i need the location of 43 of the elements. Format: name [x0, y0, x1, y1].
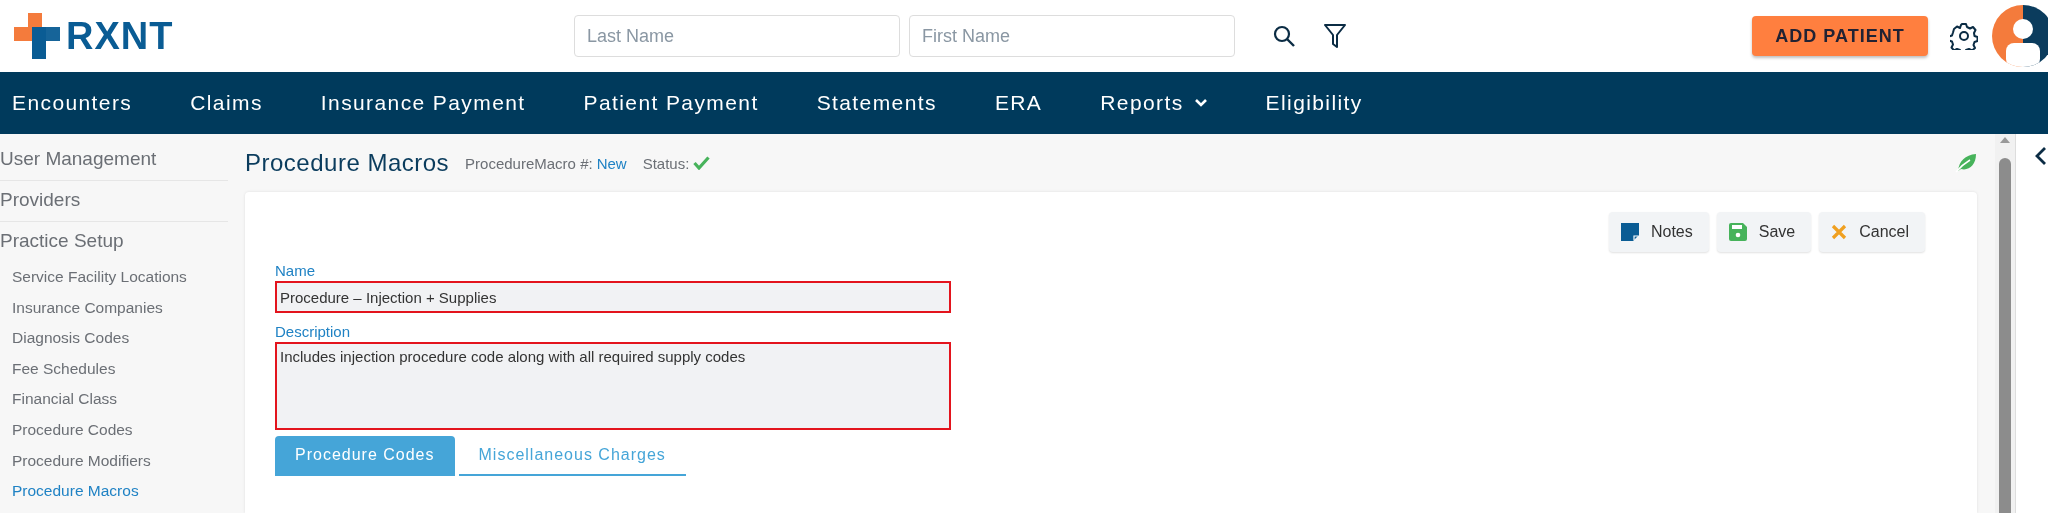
search-icon[interactable] [1272, 24, 1296, 48]
sidebar-section[interactable]: Providers [0, 181, 228, 222]
sidebar-item[interactable]: Service Facility Locations [0, 262, 187, 293]
nav-menu-item[interactable]: Statements [816, 91, 937, 115]
user-avatar-icon[interactable] [1992, 5, 2048, 67]
cross-logo-icon [14, 13, 60, 59]
nav-menu-item[interactable]: Eligibility [1265, 91, 1363, 115]
nav-menu-item[interactable]: ERA [994, 91, 1043, 115]
close-icon [1831, 224, 1848, 240]
add-patient-button[interactable]: ADD PATIENT [1752, 16, 1928, 56]
nav-menu-item[interactable]: Claims [190, 91, 263, 115]
sidebar-item[interactable]: Financial Class [0, 384, 118, 415]
logo-text: RXNT [66, 14, 174, 58]
sidebar-section[interactable]: Practice Setup [0, 222, 228, 262]
notes-button[interactable]: Notes [1608, 212, 1709, 252]
page-title: Procedure Macros [245, 149, 450, 177]
note-icon [1620, 223, 1639, 241]
sidebar-item[interactable]: Fee Schedules [0, 353, 116, 385]
chevron-left-icon[interactable] [2034, 146, 2048, 166]
name-field[interactable]: Procedure – Injection + Supplies [275, 281, 951, 313]
field-label: Name [275, 262, 316, 279]
cancel-button[interactable]: Cancel [1819, 212, 1925, 252]
nav-menu-item[interactable]: Patient Payment [583, 91, 759, 115]
nav-menu-item[interactable]: Insurance Payment [320, 91, 526, 115]
sidebar-item[interactable]: Diagnosis Codes [0, 323, 130, 354]
nav-menu-item[interactable]: Encounters [12, 91, 133, 115]
description-field[interactable]: Includes injection procedure code along with all required supply codes [275, 342, 951, 430]
sidebar-item[interactable]: Insurance Companies [0, 292, 163, 324]
record-number: New [596, 154, 627, 172]
leaf-icon [1955, 153, 1977, 173]
record-label: ProcedureMacro #: [465, 154, 593, 172]
sidebar-item[interactable]: Procedure Macros [0, 476, 139, 507]
filter-icon[interactable] [1324, 23, 1346, 49]
sidebar-item[interactable]: Procedure Modifiers [0, 445, 151, 477]
sidebar-item[interactable]: Procedure Codes [0, 414, 133, 446]
nav-menu-item[interactable]: Reports [1100, 91, 1208, 115]
save-button[interactable]: Save [1716, 212, 1812, 252]
status-label: Status: [642, 154, 690, 172]
search-field[interactable]: First Name [909, 15, 1235, 57]
settings-icon[interactable] [1950, 22, 1978, 50]
sidebar-section[interactable]: User Management [0, 140, 228, 181]
search-field[interactable]: Last Name [574, 15, 900, 57]
field-label: Description [275, 323, 352, 340]
